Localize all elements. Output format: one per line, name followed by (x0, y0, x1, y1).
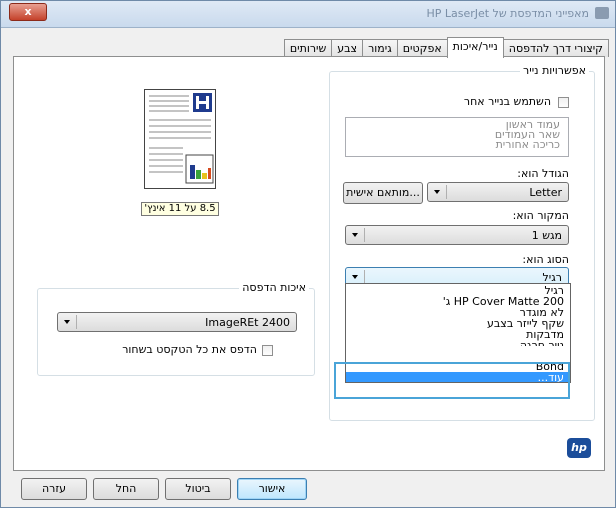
ok-button[interactable]: אישור (237, 478, 307, 500)
paper-type-label: הסוג הוא: (522, 253, 569, 266)
chevron-down-icon (352, 275, 358, 279)
title-bar: x מאפייני המדפסת של HP LaserJet (1, 1, 615, 28)
tab-color[interactable]: צבע (331, 39, 364, 57)
page-preview-image (149, 93, 214, 184)
dropdown-option[interactable]: מדבקות (526, 329, 564, 340)
paper-size-value: Letter (529, 186, 562, 199)
tab-finishing[interactable]: גימור (362, 39, 398, 57)
use-different-paper-checkbox[interactable] (558, 97, 569, 108)
chevron-down-icon (434, 190, 440, 194)
print-text-black-label: הדפס את כל הטקסט בשחור (122, 343, 257, 356)
chevron-down-icon (352, 233, 358, 237)
close-button[interactable]: x (9, 3, 47, 21)
print-quality-group (37, 288, 315, 376)
paper-preview (144, 89, 216, 189)
list-item[interactable]: כריכה אחורית (346, 139, 560, 150)
paper-size-preview-label: 8.5 על 11 אינץ' (141, 202, 219, 216)
tab-paper-quality[interactable]: נייר/איכות (446, 37, 504, 58)
paper-size-label: הגודל הוא: (517, 167, 569, 180)
window-title: מאפייני המדפסת של HP LaserJet (426, 7, 589, 20)
chevron-down-icon (64, 320, 70, 324)
callout-highlight-box (334, 362, 570, 399)
paper-source-label: המקור הוא: (512, 209, 569, 222)
tab-services[interactable]: שירותים (283, 39, 333, 57)
use-different-paper-label: השתמש בנייר אחר (463, 95, 551, 108)
paper-size-combo[interactable]: Letter (427, 182, 569, 202)
print-quality-value: ImageREt 2400 (205, 316, 290, 329)
custom-size-button[interactable]: מותאם אישית... (343, 182, 423, 204)
help-button[interactable]: עזרה (21, 478, 87, 500)
dropdown-option[interactable]: נייר חרגה (520, 340, 564, 346)
apply-button[interactable]: החל (93, 478, 159, 500)
paper-source-combo[interactable]: מגש 1 (345, 225, 569, 245)
cancel-button[interactable]: ביטול (165, 478, 231, 500)
tab-effects[interactable]: אפקטים (396, 39, 448, 57)
tab-printing-shortcuts[interactable]: קיצורי דרך להדפסה (502, 39, 609, 57)
printer-icon (595, 7, 609, 19)
print-quality-combo[interactable]: ImageREt 2400 (57, 312, 297, 332)
hp-logo: hp (567, 438, 591, 458)
paper-options-legend: אפשרויות נייר (520, 64, 589, 77)
print-quality-legend: איכות הדפסה (239, 281, 309, 294)
print-text-black-checkbox[interactable] (262, 345, 273, 356)
tab-strip: קיצורי דרך להדפסה נייר/איכות אפקטים גימו… (283, 37, 609, 58)
paper-pages-listbox[interactable]: עמוד ראשון שאר העמודים כריכה אחורית (345, 117, 569, 157)
paper-source-value: מגש 1 (531, 229, 562, 242)
printer-properties-window: x מאפייני המדפסת של HP LaserJet קיצורי ד… (0, 0, 616, 508)
